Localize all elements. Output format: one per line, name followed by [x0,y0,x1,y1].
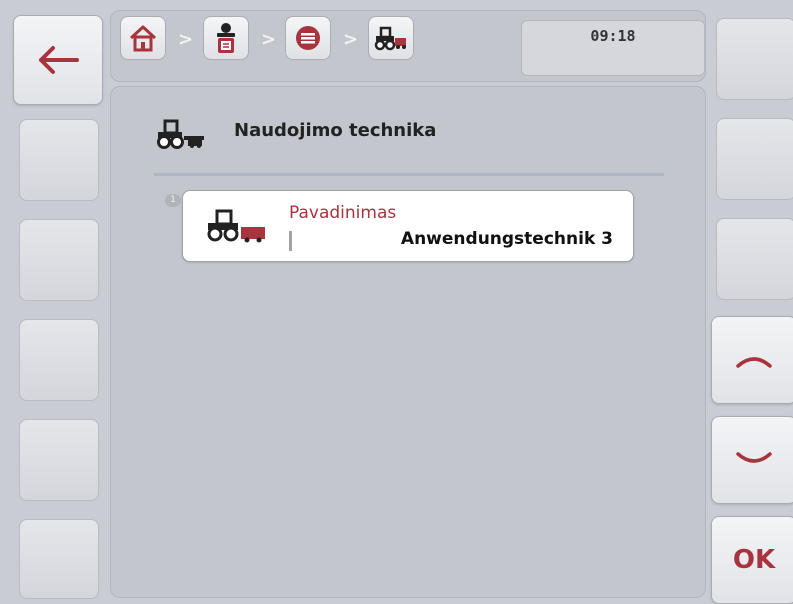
entry-icon-wrap [203,207,269,247]
clock-display: 09:18 [521,20,705,76]
list-item[interactable]: Pavadinimas Anwendungstechnik 3 [182,190,634,262]
back-arrow-icon [39,46,79,74]
softkey-left-5[interactable] [19,419,99,501]
breadcrumb-machinery[interactable] [368,16,414,60]
title-divider [154,173,664,176]
operator-icon [217,23,235,53]
list-icon [296,26,320,50]
softkey-right-2[interactable] [716,118,793,200]
home-icon [129,25,157,52]
scroll-up-button[interactable] [711,316,793,404]
tractor-machinery-icon [157,119,204,149]
breadcrumb-home[interactable] [120,16,166,60]
title-machinery-icon-wrap [154,118,210,154]
scroll-up-icon [736,357,772,368]
ok-button[interactable]: OK [711,516,793,604]
entry-label: Pavadinimas [289,203,397,223]
list-item-index: 1 [165,194,181,207]
tractor-machinery-icon [207,209,265,243]
entry-value: Anwendungstechnik 3 [400,229,613,249]
softkey-right-3[interactable] [716,218,793,300]
softkey-left-2[interactable] [19,119,99,201]
tractor-machinery-icon [374,26,406,51]
value-indicator-bar [289,231,292,251]
clock-time: 09:18 [590,27,636,45]
main-panel [110,86,706,598]
softkey-left-6[interactable] [19,519,99,599]
softkey-right-1[interactable] [716,18,793,100]
breadcrumb-separator: > [343,29,359,50]
breadcrumb-separator: > [178,29,194,50]
breadcrumb-operator[interactable] [203,16,249,60]
page-title: Naudojimo technika [234,120,437,141]
softkey-left-3[interactable] [19,219,99,301]
breadcrumb-list[interactable] [285,16,331,60]
scroll-down-icon [736,452,772,463]
back-button[interactable] [13,15,103,105]
softkey-left-4[interactable] [19,319,99,401]
breadcrumb-separator: > [261,29,277,50]
scroll-down-button[interactable] [711,416,793,504]
ok-label: OK [732,545,776,575]
